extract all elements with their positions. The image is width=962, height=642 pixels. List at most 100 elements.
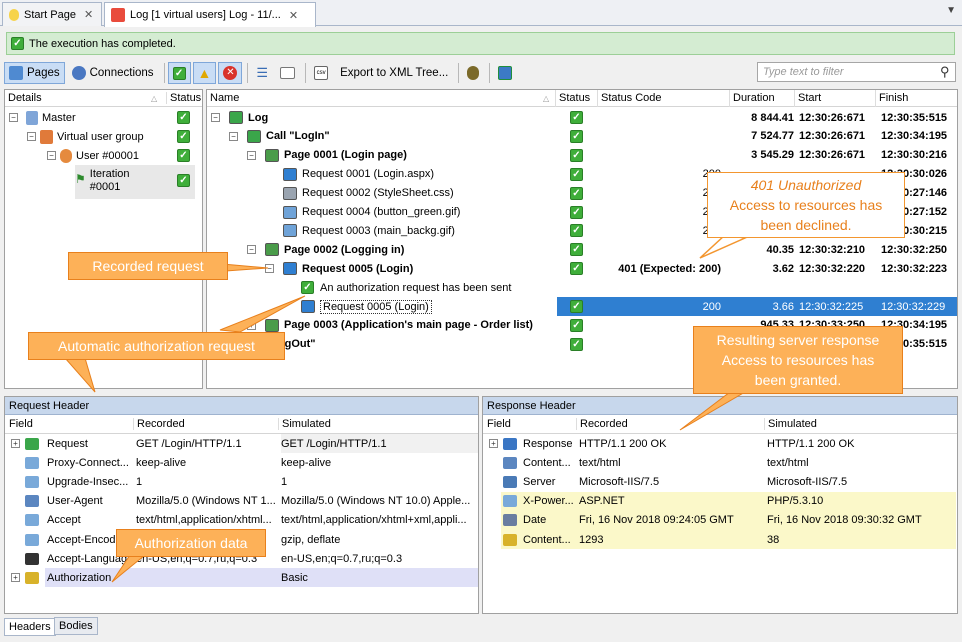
tree-item-iteration[interactable]: ⚑ Iteration #0001 ✓ [75, 165, 195, 199]
row-status-code: 200 [601, 187, 721, 199]
collapse-icon[interactable]: − [229, 131, 238, 141]
card-button[interactable] [275, 62, 300, 84]
row-duration: 3.66 [772, 300, 794, 313]
tab-bodies[interactable]: Bodies [54, 617, 98, 635]
log-row[interactable]: − Call "LogIn" ✓ 7 524.77 12:30:26:671 12:30:… [207, 127, 957, 146]
response-grid-header: Field Recorded Simulated [483, 415, 957, 434]
header-row[interactable]: + Request GET /Login/HTTP/1.1 GET /Login/HT… [5, 434, 478, 453]
tree-item-master[interactable]: − Master ✓ [9, 108, 199, 127]
collapse-icon[interactable]: − [9, 113, 18, 122]
col-simulated[interactable]: Simulated [764, 418, 817, 430]
export-xml-button[interactable]: Export to XML Tree... [335, 62, 453, 84]
col-simulated[interactable]: Simulated [278, 418, 331, 430]
col-status-code[interactable]: Status Code [597, 89, 662, 107]
connections-button[interactable]: Connections [67, 62, 159, 84]
header-row[interactable]: Date Fri, 16 Nov 2018 09:24:05 GMT Fri, 16… [483, 510, 956, 530]
log-row[interactable]: ✓ An authorization request has been sent [207, 278, 957, 297]
tab-label: Log [1 virtual users] Log - 11/... [130, 9, 281, 21]
collapse-icon[interactable]: − [265, 264, 274, 274]
export-label: Export to XML Tree... [340, 67, 449, 79]
log-row[interactable]: − Log ✓ 8 844.41 12:30:26:671 12:30:35:515 [207, 108, 957, 127]
field-icon [503, 456, 517, 469]
expand-icon[interactable]: + [489, 439, 498, 448]
bug-button[interactable] [462, 62, 484, 84]
collapse-icon[interactable]: − [211, 113, 220, 122]
header-row[interactable]: X-Power... ASP.NET PHP/5.3.10 [483, 491, 956, 511]
csv-button[interactable]: csv [309, 62, 333, 84]
collapse-icon[interactable]: − [47, 151, 56, 160]
request-header-panel: Request Header Field Recorded Simulated … [4, 396, 479, 614]
log-header: Name △ Status Status Code Duration Start… [207, 89, 957, 107]
status-ok-icon: ✓ [570, 262, 583, 276]
tree-item-user[interactable]: − User #00001 ✓ [9, 146, 199, 165]
collapse-icon[interactable]: − [247, 245, 256, 255]
tree-item-vu-group[interactable]: − Virtual user group ✓ [9, 127, 199, 146]
sort-icon: △ [543, 93, 550, 103]
col-status[interactable]: Status [166, 92, 201, 104]
col-recorded[interactable]: Recorded [576, 418, 628, 430]
expand-icon[interactable]: + [11, 573, 20, 583]
log-row[interactable]: − Page 0002 (Logging in) ✓ 40.35 12:30:32:21… [207, 240, 957, 259]
log-row[interactable]: Request 0005 (Login) ✓ 200 3.66 12:30:32:225… [207, 297, 957, 316]
col-name[interactable]: Name [210, 92, 239, 104]
expand-icon[interactable]: + [247, 320, 256, 330]
status-ok-icon: ✓ [570, 300, 583, 313]
request-icon [283, 186, 297, 200]
log-row[interactable]: − Page 0001 (Login page) ✓ 3 545.29 12:30:26… [207, 146, 957, 165]
collapse-icon[interactable]: − [27, 132, 36, 141]
col-recorded[interactable]: Recorded [133, 418, 185, 430]
col-field[interactable]: Field [9, 418, 33, 430]
chevron-down-icon[interactable]: ▼ [946, 5, 956, 16]
header-row[interactable]: + Authorization Basic [5, 568, 478, 588]
collapse-icon[interactable]: − [247, 150, 256, 160]
col-duration[interactable]: Duration [729, 89, 775, 107]
tree-label: Master [42, 111, 76, 124]
field-recorded: 1293 [579, 533, 604, 546]
card-icon [280, 67, 296, 79]
row-start: 12:30:26:671 [799, 111, 866, 124]
header-row[interactable]: Server Microsoft-IIS/7.5 Microsoft-IIS/7.5 [483, 472, 956, 491]
request-icon [283, 205, 297, 219]
pages-button[interactable]: Pages [4, 62, 65, 84]
field-simulated: 38 [767, 533, 780, 546]
col-field[interactable]: Field [487, 418, 511, 430]
col-details[interactable]: Details [8, 92, 42, 104]
tree-label: Iteration #0001 [89, 168, 130, 193]
search-icon[interactable]: ⚲ [940, 64, 950, 80]
filter-input[interactable]: Type text to filter [757, 62, 956, 82]
col-finish[interactable]: Finish [875, 89, 908, 107]
header-row[interactable]: Content... text/html text/html [483, 453, 956, 472]
field-name: Authorization [47, 571, 112, 584]
tab-log[interactable]: Log [1 virtual users] Log - 11/... ✕ [104, 2, 316, 27]
status-ok-icon: ✓ [570, 337, 583, 351]
header-row[interactable]: Proxy-Connect... keep-alive keep-alive [5, 453, 478, 472]
status-message: ✓ The execution has completed. [6, 32, 955, 55]
filter-error-button[interactable]: ✕ [218, 62, 243, 84]
tab-headers[interactable]: Headers [4, 618, 56, 636]
header-row[interactable]: + Response HTTP/1.1 200 OK HTTP/1.1 200 OK [483, 434, 956, 453]
bug-icon [467, 66, 480, 80]
bulb-icon [9, 8, 19, 21]
header-row[interactable]: User-Agent Mozilla/5.0 (Windows NT 1... Mo… [5, 492, 478, 511]
header-row[interactable]: Upgrade-Insec... 1 1 [5, 472, 478, 491]
col-status[interactable]: Status [555, 89, 590, 107]
request-grid-header: Field Recorded Simulated [5, 415, 478, 434]
header-row[interactable]: Content... 1293 38 [483, 530, 956, 549]
expand-icon[interactable]: + [11, 439, 20, 448]
close-icon[interactable]: ✕ [84, 8, 93, 21]
export-button[interactable] [493, 62, 517, 84]
row-name: Log [248, 111, 269, 124]
filter-warning-button[interactable]: ▲ [192, 62, 217, 84]
field-name: User-Agent [47, 495, 103, 508]
status-ok-icon: ✓ [570, 224, 583, 238]
row-duration: 8 844.41 [751, 111, 794, 124]
header-row[interactable]: Accept text/html,application/xhtml... text… [5, 511, 478, 530]
close-icon[interactable]: ✕ [289, 9, 298, 22]
filter-success-button[interactable]: ✓ [167, 62, 191, 84]
row-finish: 12:30:32:223 [881, 262, 948, 275]
tree-label: Virtual user group [57, 130, 144, 143]
list-button[interactable]: ☰ [251, 62, 273, 84]
log-row[interactable]: − Request 0005 (Login) ✓ 401 (Expected: 200… [207, 259, 957, 278]
tab-start-page[interactable]: Start Page ✕ [2, 2, 102, 26]
col-start[interactable]: Start [794, 89, 821, 107]
